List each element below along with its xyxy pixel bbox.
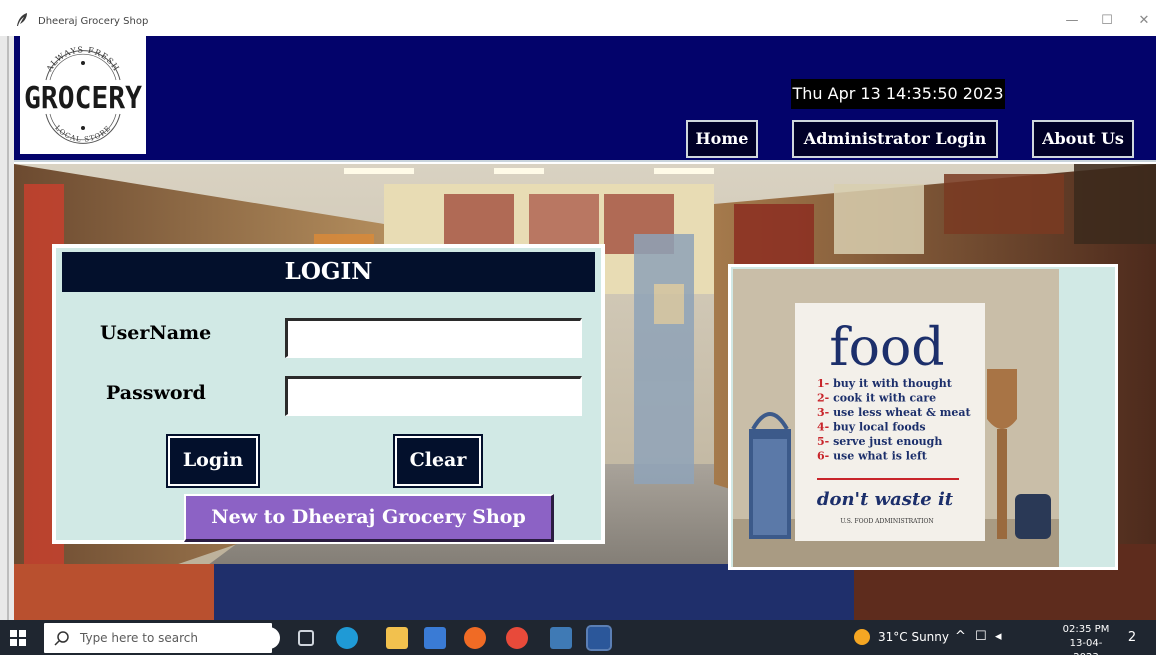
food-poster-panel: food 1- buy it with thought 2- cook it wi… [728,264,1118,570]
login-panel: LOGIN UserName Password Login Clear New … [52,244,605,544]
maximize-button[interactable]: ☐ [1097,13,1117,29]
feather-icon [17,13,27,26]
poster-slogan: don't waste it [817,489,954,510]
grater-icon [749,412,791,539]
taskbar-search-box[interactable]: Type here to search [44,623,272,653]
chevron-up-icon[interactable]: ^ [955,629,966,644]
notification-count: 2 [1127,630,1137,645]
poster-list-item: 3- use less wheat & meat [817,406,972,419]
minimize-button[interactable]: — [1062,13,1082,29]
python-icon[interactable] [550,627,572,649]
poster-list-item: 6- use what is left [817,450,928,463]
food-poster-image: food 1- buy it with thought 2- cook it wi… [733,269,1059,567]
weather-text[interactable]: 31°C Sunny [878,630,949,644]
window-titlebar: Dheeraj Grocery Shop — ☐ ✕ [0,0,1156,36]
poster-list-item: 1- buy it with thought [817,377,953,390]
window-frame-left [0,36,14,620]
poster-list-item: 4- buy local foods [817,421,926,434]
word-icon[interactable] [586,625,612,651]
username-label: UserName [100,322,212,344]
poster-title: food [829,318,944,378]
store-icon[interactable] [424,627,446,649]
file-explorer-icon[interactable] [386,627,408,649]
password-label: Password [106,382,206,404]
close-button[interactable]: ✕ [1134,13,1154,29]
logo-word: GROCERY [24,81,142,116]
logo-top-arc: ALWAYS FRESH [44,45,120,74]
about-us-button[interactable]: About Us [1032,120,1134,158]
chrome-icon[interactable] [506,627,528,649]
register-button[interactable]: New to Dheeraj Grocery Shop [184,494,554,542]
taskbar-date: 13-04-2023 [1069,638,1103,655]
poster-list-item: 2- cook it with care [817,392,936,405]
svg-text:ALWAYS FRESH: ALWAYS FRESH [44,45,121,74]
login-button[interactable]: Login [166,434,260,488]
taskbar-time: 02:35 PM [1062,624,1110,635]
search-placeholder: Type here to search [80,631,198,645]
username-input[interactable] [285,318,582,358]
bing-icon[interactable] [258,627,280,649]
window-title: Dheeraj Grocery Shop [38,16,149,27]
notification-icon[interactable]: 2 [1122,628,1142,648]
grocery-logo: ALWAYS FRESH GROCERY LOCAL STORE [20,36,146,154]
poster-list-item: 5- serve just enough [817,435,942,448]
weather-sun-icon[interactable] [854,629,870,645]
firefox-icon[interactable] [464,627,486,649]
taskbar-clock[interactable]: 02:35 PM 13-04-2023 [1060,623,1112,655]
password-input[interactable] [285,376,582,416]
login-heading: LOGIN [62,252,595,292]
windows-taskbar: Type here to search 31°C Sunny ^ ☐ ◂ 02:… [0,620,1156,655]
windows-start-icon[interactable] [8,628,28,648]
poster-credit: U.S. FOOD ADMINISTRATION [840,518,933,525]
datetime-display: Thu Apr 13 14:35:50 2023 [791,79,1005,109]
administrator-login-button[interactable]: Administrator Login [792,120,998,158]
volume-icon[interactable]: ◂ [995,629,1002,644]
task-view-icon[interactable] [298,630,314,646]
app-header: ALWAYS FRESH GROCERY LOCAL STORE Thu Apr… [14,36,1156,162]
edge-icon[interactable] [336,627,358,649]
search-icon [54,631,69,646]
network-icon[interactable]: ☐ [975,629,987,644]
clear-button[interactable]: Clear [393,434,483,488]
home-button[interactable]: Home [686,120,758,158]
cup-icon [1015,494,1051,539]
